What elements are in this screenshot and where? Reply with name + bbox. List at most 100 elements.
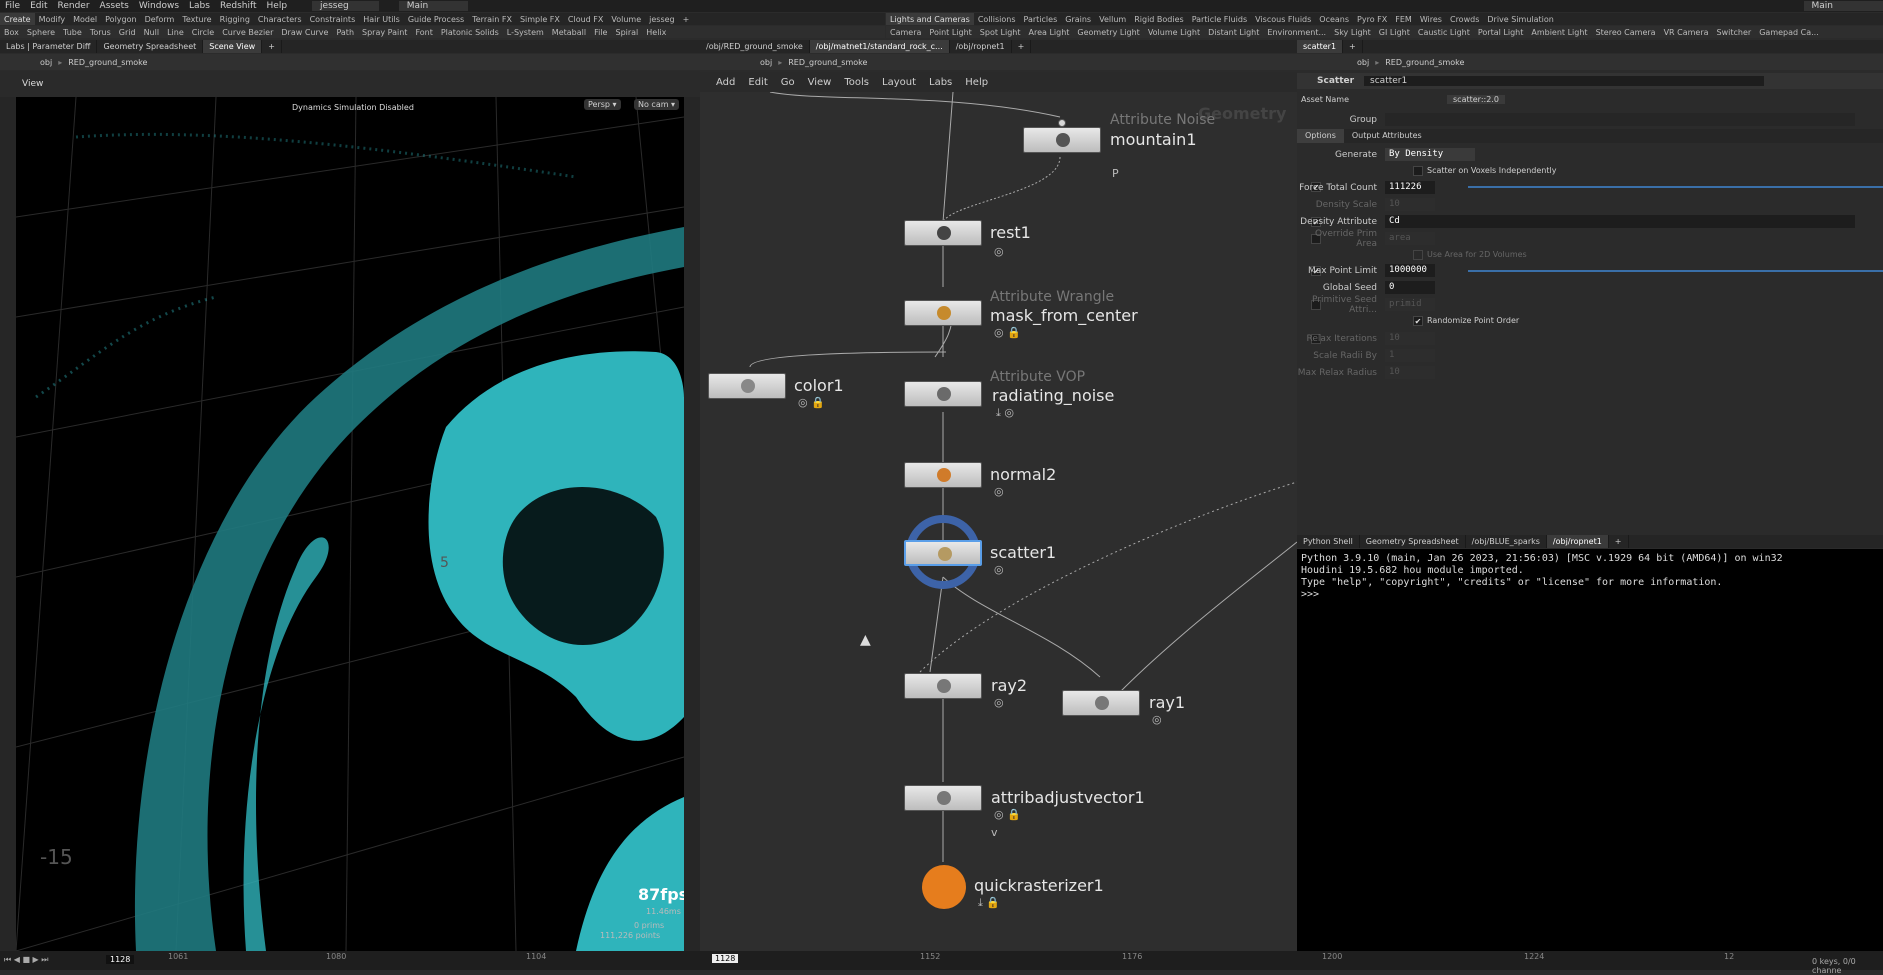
prim-seed-field[interactable]: primid <box>1385 298 1435 311</box>
shelf-tool[interactable]: VR Camera <box>1660 26 1713 38</box>
group-field[interactable] <box>1385 113 1855 126</box>
shelf-tool[interactable]: Area Light <box>1024 26 1073 38</box>
menu-edit[interactable]: Edit <box>25 1 52 11</box>
network-menu-tools[interactable]: Tools <box>844 77 869 88</box>
node-color1[interactable] <box>708 373 786 399</box>
node-input-port[interactable] <box>1058 119 1066 127</box>
menu-windows[interactable]: Windows <box>134 1 184 11</box>
shelf-tab[interactable]: Particles <box>1020 13 1062 25</box>
max-point-slider[interactable] <box>1468 270 1883 272</box>
shelf-tab[interactable]: Modify <box>35 13 70 25</box>
density-attribute-field[interactable]: Cd <box>1385 215 1855 228</box>
tab-parameter-diff[interactable]: Labs | Parameter Diff <box>0 40 97 53</box>
shelf-tab[interactable]: Volume <box>607 13 645 25</box>
shelf-tool[interactable]: Sphere <box>23 26 59 38</box>
shelf-tool[interactable]: Stereo Camera <box>1592 26 1660 38</box>
shelf-tab-lights[interactable]: Lights and Cameras <box>886 13 974 25</box>
tab-geometry-spreadsheet[interactable]: Geometry Spreadsheet <box>1360 535 1466 548</box>
add-tab-icon[interactable]: + <box>262 40 282 53</box>
shelf-tab[interactable]: Crowds <box>1446 13 1483 25</box>
shelf-tab[interactable]: Viscous Fluids <box>1251 13 1315 25</box>
global-seed-field[interactable]: 0 <box>1385 281 1435 294</box>
shelf-tool[interactable]: Environment... <box>1263 26 1330 38</box>
network-menu-edit[interactable]: Edit <box>748 77 767 88</box>
path-obj[interactable]: obj <box>760 58 772 67</box>
add-shelf-icon[interactable]: + <box>679 13 694 25</box>
network-canvas[interactable]: Geometry Attribute Noise mountain1 P res… <box>700 92 1297 951</box>
desktop-dropdown[interactable]: Main <box>399 1 469 11</box>
shelf-tab[interactable]: Terrain FX <box>468 13 516 25</box>
use-area-checkbox[interactable] <box>1413 250 1423 260</box>
generate-dropdown[interactable]: By Density <box>1385 148 1475 161</box>
network-menu-go[interactable]: Go <box>781 77 795 88</box>
shelf-tab[interactable]: Cloud FX <box>564 13 607 25</box>
max-relax-radius-field[interactable]: 10 <box>1385 366 1435 379</box>
shelf-tool[interactable]: Grid <box>115 26 140 38</box>
shelf-tool[interactable]: Camera <box>886 26 925 38</box>
shelf-tool[interactable]: Path <box>332 26 358 38</box>
user-dropdown[interactable]: jesseg <box>312 1 379 11</box>
camera-menu[interactable]: No cam ▾ <box>634 99 679 110</box>
node-attribadjustvector1[interactable] <box>904 785 982 811</box>
bypass-flag-icon[interactable]: ◎ <box>994 696 1004 709</box>
shelf-tool[interactable]: Metaball <box>548 26 590 38</box>
bypass-flag-icon[interactable]: ◎ <box>994 245 1004 258</box>
shelf-tab[interactable]: Polygon <box>101 13 140 25</box>
network-menu-help[interactable]: Help <box>965 77 988 88</box>
path-node[interactable]: RED_ground_smoke <box>68 58 147 67</box>
tab-blue-sparks[interactable]: /obj/BLUE_sparks <box>1466 535 1547 548</box>
current-frame-field[interactable]: 1128 <box>106 955 134 964</box>
menu-labs[interactable]: Labs <box>184 1 215 11</box>
shelf-tool[interactable]: Ambient Light <box>1527 26 1591 38</box>
shelf-tab[interactable]: Drive Simulation <box>1483 13 1557 25</box>
tab-python-shell[interactable]: Python Shell <box>1297 535 1360 548</box>
node-mask-from-center[interactable] <box>904 300 982 326</box>
shelf-tab[interactable]: Oceans <box>1315 13 1353 25</box>
tab-scatter1[interactable]: scatter1 <box>1297 40 1343 53</box>
tab-matnet[interactable]: /obj/matnet1/standard_rock_c... <box>810 40 950 53</box>
console-prompt[interactable]: >>> <box>1301 589 1879 601</box>
shelf-tool[interactable]: Font <box>411 26 436 38</box>
shelf-tool[interactable]: Tube <box>59 26 86 38</box>
shelf-tool[interactable]: Point Light <box>925 26 975 38</box>
path-node[interactable]: RED_ground_smoke <box>788 58 867 67</box>
python-console[interactable]: Python 3.9.10 (main, Jan 26 2023, 21:56:… <box>1297 549 1883 951</box>
tab-ropnet[interactable]: /obj/ropnet1 <box>950 40 1012 53</box>
shelf-tab-create[interactable]: Create <box>0 13 35 25</box>
bypass-flag-icon[interactable]: ⤓ ◎ <box>996 406 1014 420</box>
node-ray2[interactable] <box>904 673 982 699</box>
node-rest1[interactable] <box>904 220 982 246</box>
shelf-tab[interactable]: Wires <box>1416 13 1446 25</box>
bypass-flag-icon[interactable]: ◎ 🔒 <box>994 808 1021 821</box>
menu-help[interactable]: Help <box>262 1 293 11</box>
shelf-tool[interactable]: Circle <box>188 26 218 38</box>
shelf-tool[interactable]: Switcher <box>1713 26 1756 38</box>
shelf-tool[interactable]: Caustic Light <box>1414 26 1474 38</box>
shelf-tool[interactable]: Spray Paint <box>358 26 411 38</box>
network-menu-layout[interactable]: Layout <box>882 77 916 88</box>
viewport-canvas[interactable]: Dynamics Simulation Disabled Persp ▾ No … <box>16 97 684 951</box>
shelf-tool[interactable]: Distant Light <box>1204 26 1263 38</box>
scale-radii-field[interactable]: 1 <box>1385 349 1435 362</box>
bypass-flag-icon[interactable]: ◎ <box>994 485 1004 498</box>
node-quickrasterizer1[interactable] <box>922 865 966 909</box>
persp-menu[interactable]: Persp ▾ <box>584 99 621 110</box>
shelf-tool[interactable]: Sky Light <box>1330 26 1375 38</box>
menu-render[interactable]: Render <box>53 1 95 11</box>
shelf-tab[interactable]: Pyro FX <box>1353 13 1391 25</box>
network-menu-view[interactable]: View <box>808 77 832 88</box>
add-tab-icon[interactable]: + <box>1343 40 1363 53</box>
shelf-tool[interactable]: Helix <box>642 26 670 38</box>
density-scale-field[interactable]: 10 <box>1385 198 1435 211</box>
right-desktop-dropdown[interactable]: Main <box>1804 1 1883 11</box>
override-prim-area-field[interactable]: area <box>1385 232 1435 245</box>
timeline[interactable]: ⏮ ◀ ■ ▶ ⏭ 1128 1061 1080 1104 1128 1152 … <box>0 951 1883 970</box>
shelf-tab[interactable]: Texture <box>178 13 215 25</box>
randomize-checkbox[interactable]: ✔ <box>1413 316 1423 326</box>
node-mountain1[interactable] <box>1023 127 1101 153</box>
shelf-tab[interactable]: Deform <box>141 13 179 25</box>
add-tab-icon[interactable]: + <box>1609 535 1629 548</box>
force-total-count-field[interactable]: 111226 <box>1385 181 1435 194</box>
path-obj[interactable]: obj <box>1357 58 1369 67</box>
shelf-tab[interactable]: Model <box>69 13 101 25</box>
